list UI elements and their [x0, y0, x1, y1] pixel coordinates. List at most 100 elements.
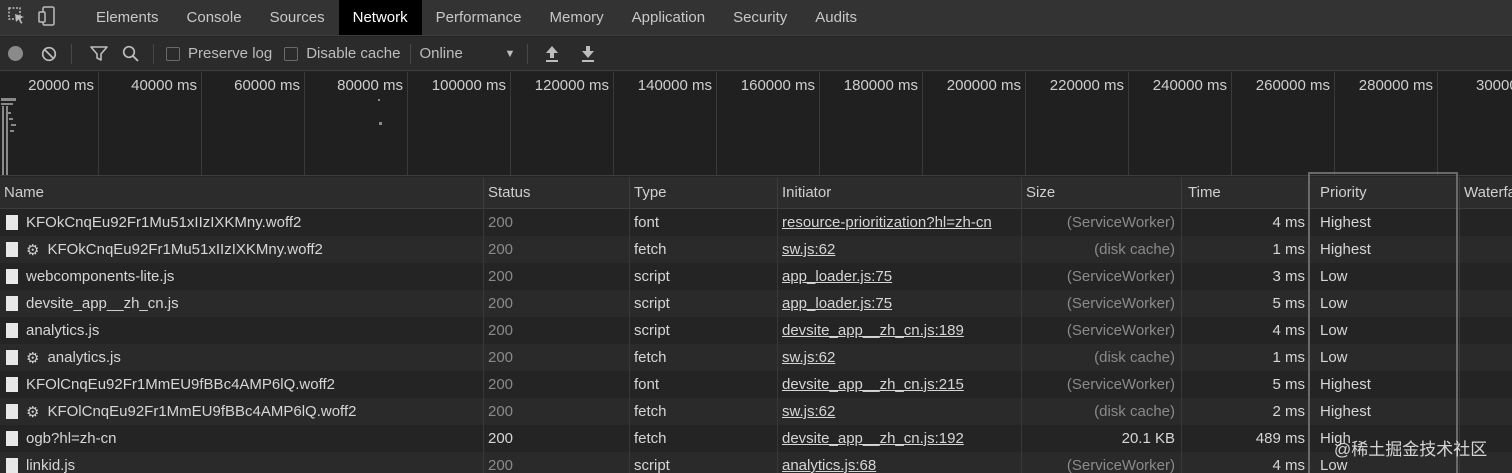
table-row[interactable]: KFOlCnqEu92Fr1MmEU9fBBc4AMP6lQ.woff2 200 f…: [0, 371, 1512, 398]
table-row[interactable]: linkid.js 200 script analytics.js:68 (Servic…: [0, 452, 1512, 473]
tab-console[interactable]: Console: [173, 0, 256, 35]
tab-sources[interactable]: Sources: [256, 0, 339, 35]
overview-gridline: [1025, 72, 1026, 175]
request-name: KFOkCnqEu92Fr1Mu51xIIzIXKMny.woff2: [26, 214, 302, 231]
initiator-link[interactable]: analytics.js:68: [782, 457, 876, 473]
export-har-button[interactable]: [580, 45, 596, 63]
cell-status: 200: [484, 452, 630, 473]
initiator-link[interactable]: app_loader.js:75: [782, 268, 892, 285]
table-row[interactable]: ⚙ analytics.js 200 fetch sw.js:62 (disk cache…: [0, 344, 1512, 371]
cell-initiator: devsite_app__zh_cn.js:215: [778, 371, 1022, 398]
cell-time: 4 ms: [1182, 452, 1310, 473]
column-header-time[interactable]: Time: [1182, 177, 1310, 208]
tab-performance[interactable]: Performance: [422, 0, 536, 35]
overview-gridline: [304, 72, 305, 175]
cell-waterfall: [1460, 398, 1512, 425]
tab-list: Elements Console Sources Network Performance…: [82, 0, 871, 35]
overview-tick-label: 140000 ms: [637, 77, 712, 94]
initiator-link[interactable]: resource-prioritization?hl=zh-cn: [782, 214, 992, 231]
table-row[interactable]: devsite_app__zh_cn.js 200 script app_loader…: [0, 290, 1512, 317]
cell-priority: Low: [1310, 317, 1460, 344]
cell-waterfall: [1460, 317, 1512, 344]
initiator-link[interactable]: sw.js:62: [782, 241, 835, 258]
cell-status: 200: [484, 209, 630, 236]
cell-type: fetch: [630, 344, 778, 371]
toolbar-divider: [410, 43, 412, 64]
table-row[interactable]: KFOkCnqEu92Fr1Mu51xIIzIXKMny.woff2 200 fon…: [0, 209, 1512, 236]
cell-size: (disk cache): [1022, 344, 1182, 371]
overview-tick-label: 280000 ms: [1358, 77, 1433, 94]
cell-size: (disk cache): [1022, 236, 1182, 263]
cell-size: (ServiceWorker): [1022, 263, 1182, 290]
initiator-link[interactable]: app_loader.js:75: [782, 295, 892, 312]
device-toolbar-icon[interactable]: [38, 5, 56, 30]
table-row[interactable]: webcomponents-lite.js 200 script app_loader…: [0, 263, 1512, 290]
cell-initiator: app_loader.js:75: [778, 263, 1022, 290]
overview-bar: [2, 106, 4, 175]
column-header-size[interactable]: Size: [1022, 177, 1182, 208]
overview-gridline: [1231, 72, 1232, 175]
cell-type: font: [630, 209, 778, 236]
cell-size: (ServiceWorker): [1022, 290, 1182, 317]
gear-icon: ⚙: [26, 349, 40, 367]
overview-tick-label: 200000 ms: [946, 77, 1021, 94]
overview-tick-label: 220000 ms: [1049, 77, 1124, 94]
overview-tick-label: 80000 ms: [337, 77, 403, 94]
cell-initiator: sw.js:62: [778, 236, 1022, 263]
column-header-priority[interactable]: Priority: [1310, 177, 1460, 208]
clear-icon: [41, 46, 57, 61]
request-name: devsite_app__zh_cn.js: [26, 295, 179, 312]
column-header-status[interactable]: Status: [484, 177, 630, 208]
network-toolbar: Preserve log Disable cache Online ▼: [0, 37, 1512, 71]
clear-button[interactable]: [41, 46, 57, 62]
table-row[interactable]: analytics.js 200 script devsite_app__zh_cn.…: [0, 317, 1512, 344]
watermark: @稀土掘金技术社区: [1334, 440, 1488, 459]
cell-time: 1 ms: [1182, 236, 1310, 263]
overview-bar: [378, 99, 380, 101]
filter-button[interactable]: [90, 45, 108, 62]
column-header-name[interactable]: Name: [0, 177, 484, 208]
cell-size: (ServiceWorker): [1022, 317, 1182, 344]
disable-cache-label: Disable cache: [306, 45, 401, 62]
cell-priority: Highest: [1310, 209, 1460, 236]
cell-name: linkid.js: [0, 452, 484, 473]
overview-bar: [8, 112, 11, 114]
import-har-button[interactable]: [544, 45, 560, 63]
cell-status: 200: [484, 236, 630, 263]
file-icon: [6, 269, 18, 284]
tab-application[interactable]: Application: [618, 0, 719, 35]
initiator-link[interactable]: devsite_app__zh_cn.js:215: [782, 376, 964, 393]
tab-elements[interactable]: Elements: [82, 0, 173, 35]
initiator-link[interactable]: sw.js:62: [782, 349, 835, 366]
inspect-element-icon[interactable]: [8, 6, 26, 29]
cell-initiator: sw.js:62: [778, 398, 1022, 425]
initiator-link[interactable]: devsite_app__zh_cn.js:189: [782, 322, 964, 339]
disable-cache-checkbox[interactable]: [284, 46, 299, 61]
preserve-log-toggle[interactable]: Preserve log: [166, 45, 272, 62]
toolbar-divider: [153, 43, 154, 64]
column-header-waterfall[interactable]: Waterfa: [1460, 177, 1512, 208]
column-header-initiator[interactable]: Initiator: [778, 177, 1022, 208]
preserve-log-checkbox[interactable]: [166, 46, 180, 61]
search-button[interactable]: [122, 45, 139, 62]
table-row[interactable]: ⚙ KFOlCnqEu92Fr1MmEU9fBBc4AMP6lQ.woff2 200…: [0, 398, 1512, 425]
throttling-value: Online: [419, 45, 463, 62]
tab-audits[interactable]: Audits: [801, 0, 871, 35]
record-button[interactable]: [8, 46, 23, 61]
table-row[interactable]: ⚙ KFOkCnqEu92Fr1Mu51xIIzIXKMny.woff2 200 fe…: [0, 236, 1512, 263]
column-header-type[interactable]: Type: [630, 177, 778, 208]
cell-initiator: app_loader.js:75: [778, 290, 1022, 317]
tab-security[interactable]: Security: [719, 0, 801, 35]
initiator-link[interactable]: sw.js:62: [782, 403, 835, 420]
initiator-link[interactable]: devsite_app__zh_cn.js:192: [782, 430, 964, 447]
tab-network[interactable]: Network: [338, 0, 422, 35]
cell-time: 4 ms: [1182, 209, 1310, 236]
tab-memory[interactable]: Memory: [536, 0, 618, 35]
disable-cache-toggle[interactable]: Disable cache: [284, 45, 400, 62]
table-row[interactable]: ogb?hl=zh-cn 200 fetch devsite_app__zh_cn.j…: [0, 425, 1512, 452]
overview-tick-label: 40000 ms: [131, 77, 197, 94]
chevron-down-icon: ▼: [504, 47, 516, 60]
cell-priority: Highest: [1310, 398, 1460, 425]
throttling-select[interactable]: Online ▼: [419, 45, 519, 62]
network-overview[interactable]: 20000 ms 40000 ms 60000 ms 80000 ms 100000 m…: [0, 72, 1512, 176]
